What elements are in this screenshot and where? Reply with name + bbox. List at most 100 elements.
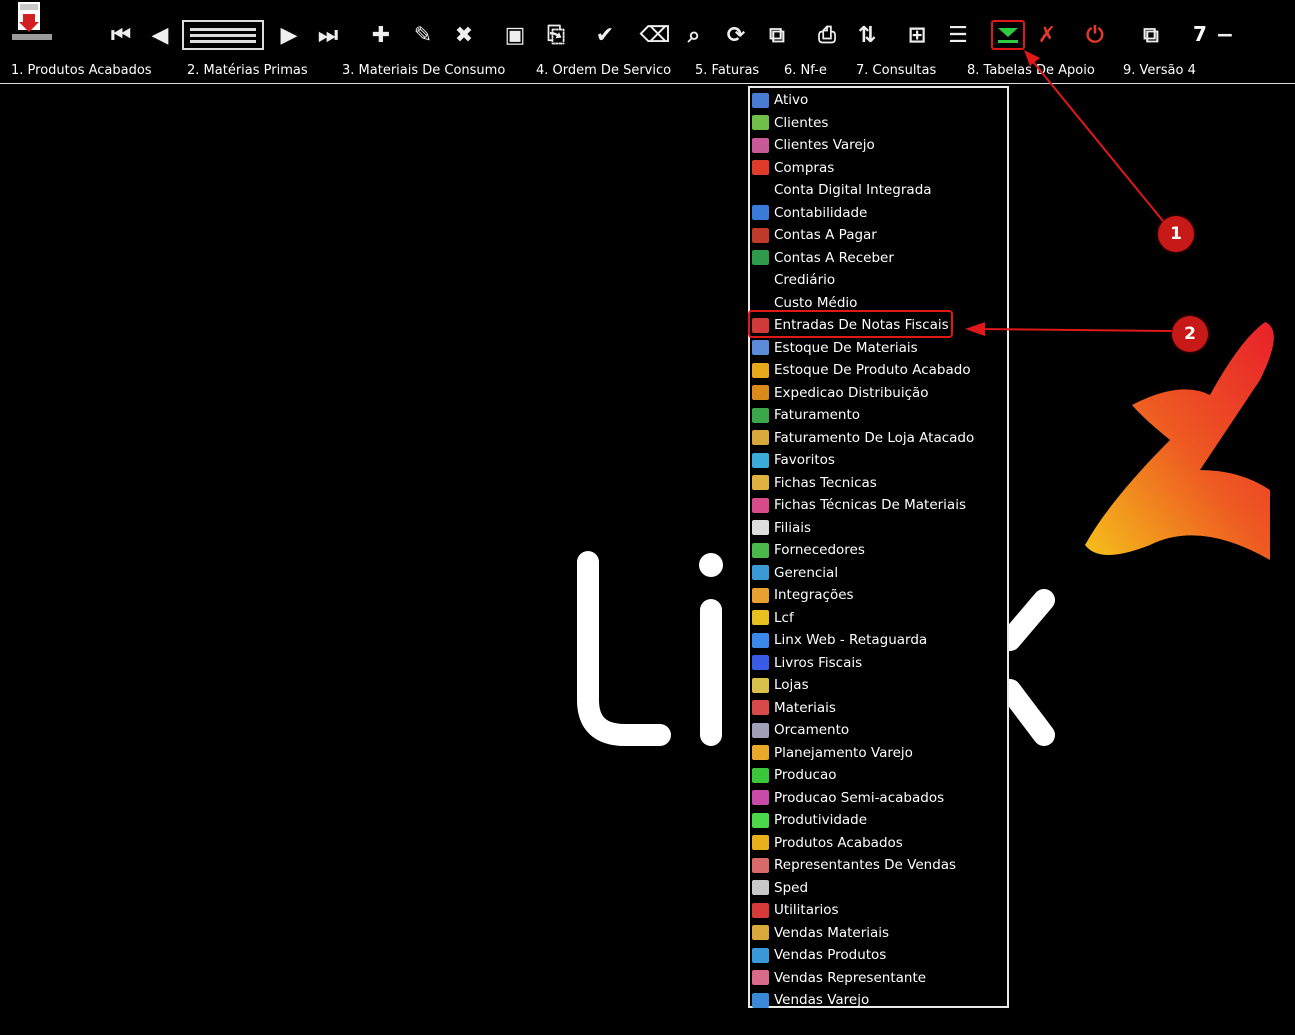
module-item[interactable]: Favoritos (752, 449, 1006, 471)
module-item[interactable]: Materiais (752, 697, 1006, 719)
module-item[interactable]: Contas A Receber (752, 247, 1006, 269)
module-item[interactable]: Contas A Pagar (752, 224, 1006, 246)
report-icon[interactable]: ☰ (943, 18, 973, 52)
delete-icon[interactable]: ✖ (449, 18, 479, 52)
module-item[interactable]: Sped (752, 877, 1006, 899)
module-item-label: Sped (774, 879, 809, 896)
module-icon (752, 970, 769, 985)
module-item[interactable]: Utilitarios (752, 899, 1006, 921)
module-item[interactable]: Representantes De Vendas (752, 854, 1006, 876)
module-item[interactable]: Faturamento De Loja Atacado (752, 427, 1006, 449)
module-item-label: Produtividade (774, 812, 868, 828)
module-item[interactable]: Lojas (752, 674, 1006, 696)
module-item-label: Lcf (774, 609, 794, 626)
module-item[interactable]: Compras (752, 157, 1006, 179)
module-item[interactable]: Planejamento Varejo (752, 742, 1006, 764)
copy-icon[interactable]: ⎘ (541, 18, 571, 52)
module-icon (752, 722, 769, 738)
module-item[interactable]: Estoque De Produto Acabado (752, 359, 1006, 381)
clear-icon[interactable]: ⌫ (639, 18, 670, 52)
module-item-label: Produtos Acabados (774, 834, 903, 851)
module-item[interactable]: Expedicao Distribuição (752, 382, 1006, 404)
save-icon[interactable]: ▣ (500, 18, 530, 52)
module-icon (752, 812, 769, 828)
refresh-icon[interactable]: ⟳ (721, 18, 751, 52)
menu-item-tabelas-apoio[interactable]: 8. Tabelas De Apoio (967, 63, 1095, 78)
module-item[interactable]: Estoque De Materiais (752, 337, 1006, 359)
search-icon[interactable]: ⌕ (679, 18, 709, 52)
module-item[interactable]: Filiais (752, 517, 1006, 539)
menu-item-materias-primas[interactable]: 2. Matérias Primas (187, 63, 308, 78)
power-icon[interactable]: ⏻ (1080, 18, 1110, 52)
module-icon (752, 835, 769, 850)
module-item[interactable]: Contabilidade (752, 202, 1006, 224)
module-item-label: Clientes Varejo (774, 137, 875, 153)
print-icon[interactable]: ⎙ (812, 18, 842, 52)
menu-item-versao[interactable]: 9. Versão 4 (1123, 63, 1196, 78)
modules-icon[interactable] (991, 20, 1025, 50)
module-item-label: Fichas Tecnicas (774, 474, 877, 491)
sort-icon[interactable]: ⇅ (852, 18, 882, 52)
module-icon (752, 745, 769, 760)
module-icon (752, 183, 769, 198)
export-icon[interactable]: ⊞ (902, 18, 932, 52)
cancel-icon[interactable]: ✗ (1032, 18, 1062, 52)
module-item[interactable]: Integrações (752, 584, 1006, 606)
next-record-icon[interactable]: ▶ (274, 18, 304, 52)
menu-item-materiais-consumo[interactable]: 3. Materiais De Consumo (342, 63, 505, 78)
edit-icon[interactable]: ✎ (408, 18, 438, 52)
module-icon (752, 767, 769, 783)
module-item-label: Ativo (774, 92, 809, 108)
module-item[interactable]: Vendas Materiais (752, 922, 1006, 944)
module-item[interactable]: Entradas De Notas Fiscais (752, 314, 1006, 336)
module-item[interactable]: Ativo (752, 89, 1006, 111)
menu-item-produtos-acabados[interactable]: 1. Produtos Acabados (11, 63, 152, 78)
confirm-icon[interactable]: ✔ (590, 18, 620, 52)
module-item[interactable]: Conta Digital Integrada (752, 179, 1006, 201)
module-icon (752, 610, 769, 625)
module-item[interactable]: Fichas Tecnicas (752, 472, 1006, 494)
menu-item-nfe[interactable]: 6. Nf-e (784, 63, 827, 78)
add-icon[interactable]: ✚ (366, 18, 396, 52)
module-icon (752, 857, 769, 873)
module-icon (752, 992, 769, 1008)
previous-record-icon[interactable]: ◀ (145, 18, 175, 52)
module-item[interactable]: Lcf (752, 607, 1006, 629)
minimize-icon[interactable]: − (1210, 18, 1240, 52)
module-icon (752, 542, 769, 558)
module-item[interactable]: Vendas Representante (752, 967, 1006, 989)
module-item[interactable]: Custo Médio (752, 292, 1006, 314)
module-item[interactable]: Producao (752, 764, 1006, 786)
preview-icon[interactable]: ⧉ (762, 18, 792, 52)
menu-item-consultas[interactable]: 7. Consultas (856, 63, 936, 78)
switch-window-icon[interactable]: ⧉ (1136, 18, 1166, 52)
module-item-label: Vendas Representante (774, 969, 927, 986)
module-item[interactable]: Fichas Técnicas De Materiais (752, 494, 1006, 516)
first-record-icon[interactable]: ⏮ (106, 18, 136, 52)
last-record-icon[interactable]: ⏭ (313, 18, 343, 52)
module-item[interactable]: Clientes Varejo (752, 134, 1006, 156)
module-icon (752, 565, 769, 580)
module-item[interactable]: Vendas Produtos (752, 944, 1006, 966)
record-list-icon[interactable] (182, 18, 264, 52)
module-item[interactable]: Producao Semi-acabados (752, 787, 1006, 809)
module-item[interactable]: Gerencial (752, 562, 1006, 584)
module-item-label: Faturamento (774, 407, 861, 423)
module-item[interactable]: Produtividade (752, 809, 1006, 831)
linx-logo-dot (699, 553, 723, 577)
module-item[interactable]: Orcamento (752, 719, 1006, 741)
menu-item-faturas[interactable]: 5. Faturas (695, 63, 759, 78)
module-item[interactable]: Fornecedores (752, 539, 1006, 561)
menu-item-ordem-servico[interactable]: 4. Ordem De Servico (536, 63, 671, 78)
module-item[interactable]: Produtos Acabados (752, 832, 1006, 854)
module-item[interactable]: Clientes (752, 112, 1006, 134)
module-item[interactable]: Vendas Varejo (752, 989, 1006, 1011)
module-item[interactable]: Faturamento (752, 404, 1006, 426)
module-item[interactable]: Linx Web - Retaguarda (752, 629, 1006, 651)
module-icon (752, 587, 769, 603)
module-item[interactable]: Crediário (752, 269, 1006, 291)
module-icon (752, 362, 769, 378)
module-item-label: Producao Semi-acabados (774, 789, 945, 806)
module-item-label: Crediário (774, 272, 836, 288)
module-item[interactable]: Livros Fiscais (752, 652, 1006, 674)
